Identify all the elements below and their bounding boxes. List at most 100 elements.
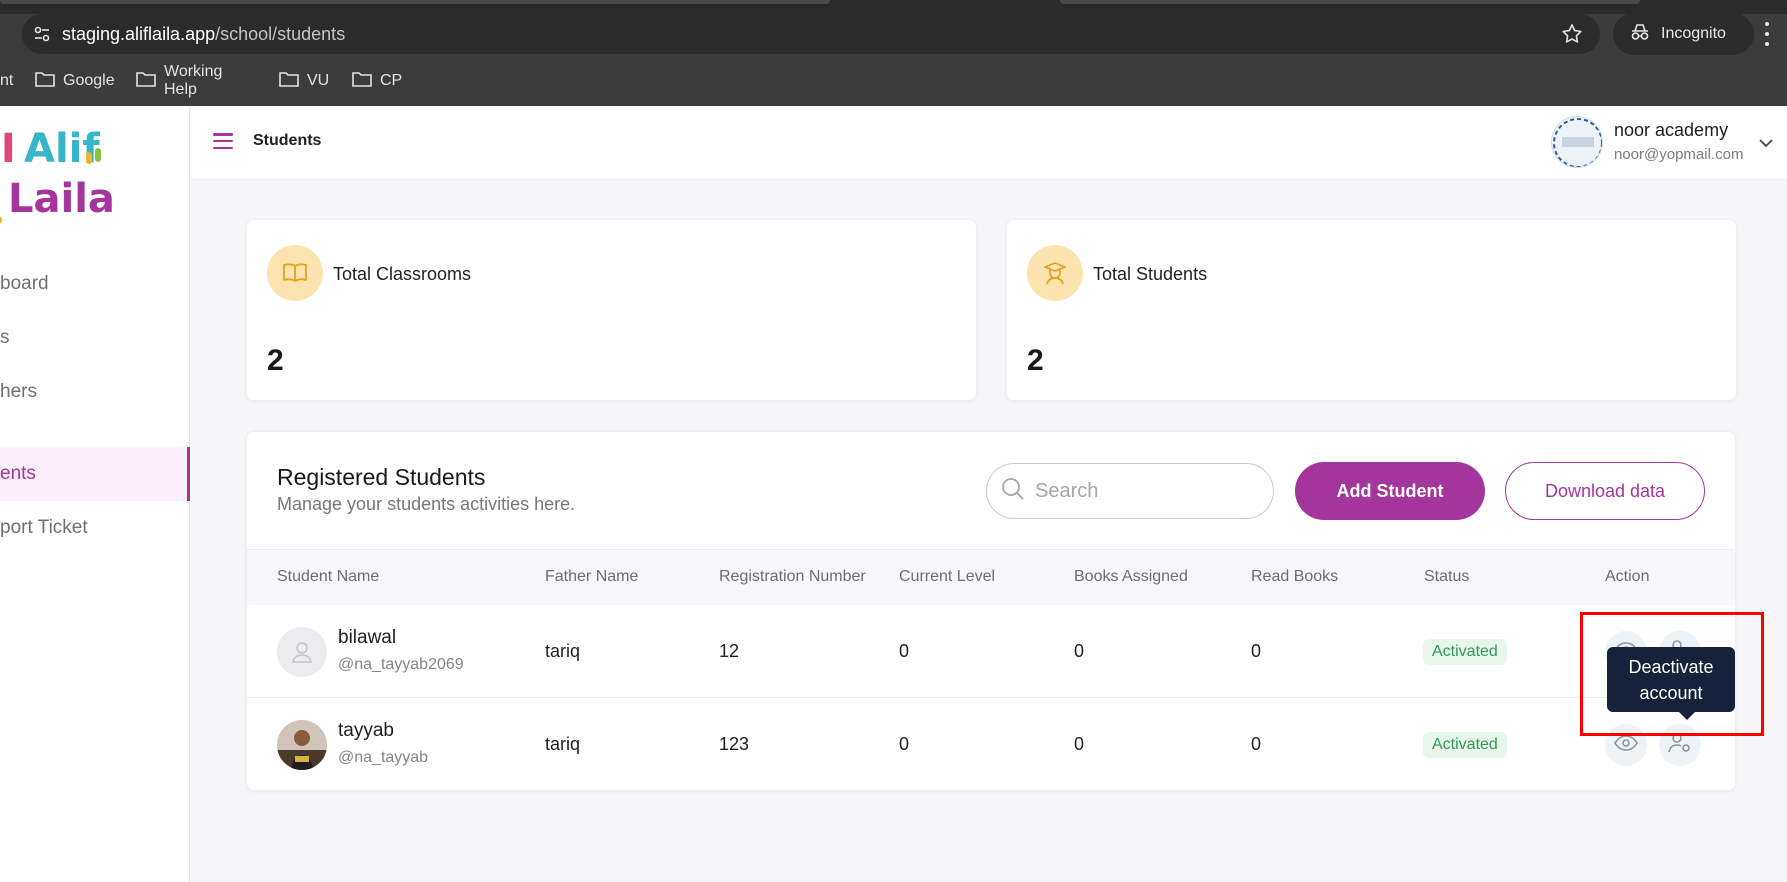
- student-handle: @na_tayyab: [338, 749, 429, 766]
- bookmark-item[interactable]: nt: [0, 64, 13, 98]
- book-icon: [267, 245, 323, 301]
- browser-tab[interactable]: [0, 0, 830, 4]
- add-student-button[interactable]: Add Student: [1295, 462, 1485, 520]
- tooltip-line: Deactivate: [1628, 657, 1714, 677]
- sidebar-item-label: board: [0, 273, 49, 294]
- bookmark-folder-cp[interactable]: CP: [352, 64, 402, 98]
- student-name: bilawal: [338, 627, 397, 648]
- registration-number: 123: [719, 734, 750, 754]
- sidebar-item-label: hers: [0, 381, 37, 402]
- current-level: 0: [899, 641, 910, 661]
- stat-value: 2: [267, 344, 284, 377]
- menu-toggle-icon[interactable]: [213, 133, 233, 149]
- search-icon: [1001, 477, 1025, 506]
- tab-strip: [0, 0, 1787, 14]
- column-header: Current Level: [899, 568, 996, 585]
- incognito-label: Incognito: [1661, 25, 1726, 42]
- stat-value: 2: [1027, 344, 1044, 377]
- read-books: 0: [1251, 734, 1262, 754]
- status-badge: Activated: [1423, 732, 1507, 758]
- column-header: Books Assigned: [1074, 568, 1188, 585]
- sidebar-item-teachers[interactable]: hers: [0, 365, 190, 419]
- table-row: tayyab @na_tayyab tariq 123 0 0 0 Activa…: [247, 698, 1735, 791]
- folder-icon: [35, 71, 55, 92]
- registration-number: 12: [719, 641, 740, 661]
- read-books: 0: [1251, 641, 1262, 661]
- top-header: Students noor academy noor@yopmail.com: [191, 106, 1787, 180]
- graduate-icon: [1027, 245, 1083, 301]
- father-name: tariq: [545, 734, 581, 754]
- tooltip-line: account: [1639, 683, 1703, 703]
- stat-title: Total Classrooms: [333, 264, 472, 284]
- books-assigned: 0: [1074, 734, 1085, 754]
- table-header: Student Name Father Name Registration Nu…: [247, 549, 1735, 605]
- eye-icon: [1614, 734, 1638, 756]
- bookmark-folder-google[interactable]: Google: [35, 64, 115, 98]
- deactivate-account-button[interactable]: [1659, 724, 1701, 766]
- user-settings-icon: [1668, 732, 1692, 759]
- sidebar-item-label: ents: [0, 463, 36, 484]
- page-title: Students: [253, 132, 322, 149]
- svg-text:J: J: [0, 176, 1, 222]
- svg-text:Laila: Laila: [8, 176, 115, 222]
- stat-card-total-classrooms: Total Classrooms 2: [246, 219, 977, 401]
- browser-chrome: staging.aliflaila.app/school/students In…: [0, 0, 1787, 106]
- sidebar-item-classes[interactable]: s: [0, 311, 190, 365]
- sidebar-item-label: s: [0, 327, 10, 348]
- registered-students-panel: Registered Students Manage your students…: [246, 431, 1736, 791]
- chevron-down-icon[interactable]: [1757, 134, 1775, 152]
- address-bar[interactable]: staging.aliflaila.app/school/students: [22, 14, 1600, 54]
- sidebar: JI Alif J Laila board s hers ents port T…: [0, 106, 190, 882]
- bookmark-folder-vu[interactable]: VU: [279, 64, 329, 98]
- status-badge: Activated: [1423, 639, 1507, 665]
- column-header: Student Name: [277, 568, 380, 585]
- column-header: Registration Number: [719, 568, 866, 585]
- column-header: Father Name: [545, 568, 639, 585]
- bookmark-label: Working Help: [164, 63, 223, 98]
- father-name: tariq: [545, 641, 581, 661]
- student-name: tayyab: [338, 720, 394, 741]
- user-email: noor@yopmail.com: [1614, 146, 1744, 163]
- search-input[interactable]: [1035, 479, 1235, 503]
- column-header: Read Books: [1251, 568, 1339, 585]
- sidebar-item-dashboard[interactable]: board: [0, 257, 190, 311]
- svg-text:Alif: Alif: [24, 126, 100, 172]
- incognito-icon: [1629, 23, 1651, 46]
- stat-card-total-students: Total Students 2: [1006, 219, 1737, 401]
- url-path: /school/students: [215, 23, 346, 44]
- bookmark-star-icon[interactable]: [1560, 22, 1584, 46]
- bookmark-label: CP: [380, 72, 403, 89]
- sidebar-item-support-ticket[interactable]: port Ticket: [0, 501, 190, 555]
- column-header: Status: [1424, 568, 1470, 585]
- url-host: staging.aliflaila.app: [62, 23, 216, 44]
- folder-icon: [352, 71, 372, 92]
- search-box[interactable]: [986, 463, 1274, 519]
- app-logo[interactable]: JI Alif J Laila: [0, 116, 116, 226]
- student-handle: @na_tayyab2069: [338, 656, 464, 673]
- deactivate-account-tooltip: Deactivate account: [1607, 647, 1735, 720]
- bookmark-label: VU: [307, 72, 330, 89]
- user-avatar[interactable]: [1551, 116, 1603, 168]
- table-row: bilawal @na_tayyab2069 tariq 12 0 0 0 Ac…: [247, 605, 1735, 698]
- current-level: 0: [899, 734, 910, 754]
- view-student-button[interactable]: [1605, 724, 1647, 766]
- student-avatar-photo: [277, 720, 327, 770]
- bookmark-folder-working-help[interactable]: Working Help: [136, 63, 223, 98]
- books-assigned: 0: [1074, 641, 1085, 661]
- user-name: noor academy: [1614, 120, 1729, 140]
- url-text: staging.aliflaila.app/school/students: [62, 24, 345, 45]
- site-settings-icon[interactable]: [22, 14, 62, 54]
- folder-icon: [279, 71, 299, 92]
- download-data-button[interactable]: Download data: [1505, 462, 1705, 520]
- sidebar-item-label: port Ticket: [0, 517, 88, 538]
- incognito-indicator[interactable]: Incognito: [1613, 13, 1754, 55]
- bookmark-label: nt: [0, 72, 14, 89]
- panel-subtitle: Manage your students activities here.: [277, 494, 576, 514]
- browser-tab[interactable]: [1060, 0, 1640, 4]
- browser-menu-icon[interactable]: [1762, 22, 1772, 46]
- folder-icon: [136, 71, 156, 92]
- student-avatar-placeholder: [277, 627, 327, 677]
- svg-text:JI: JI: [0, 126, 16, 172]
- column-header: Action: [1605, 568, 1650, 585]
- sidebar-item-students[interactable]: ents: [0, 447, 190, 501]
